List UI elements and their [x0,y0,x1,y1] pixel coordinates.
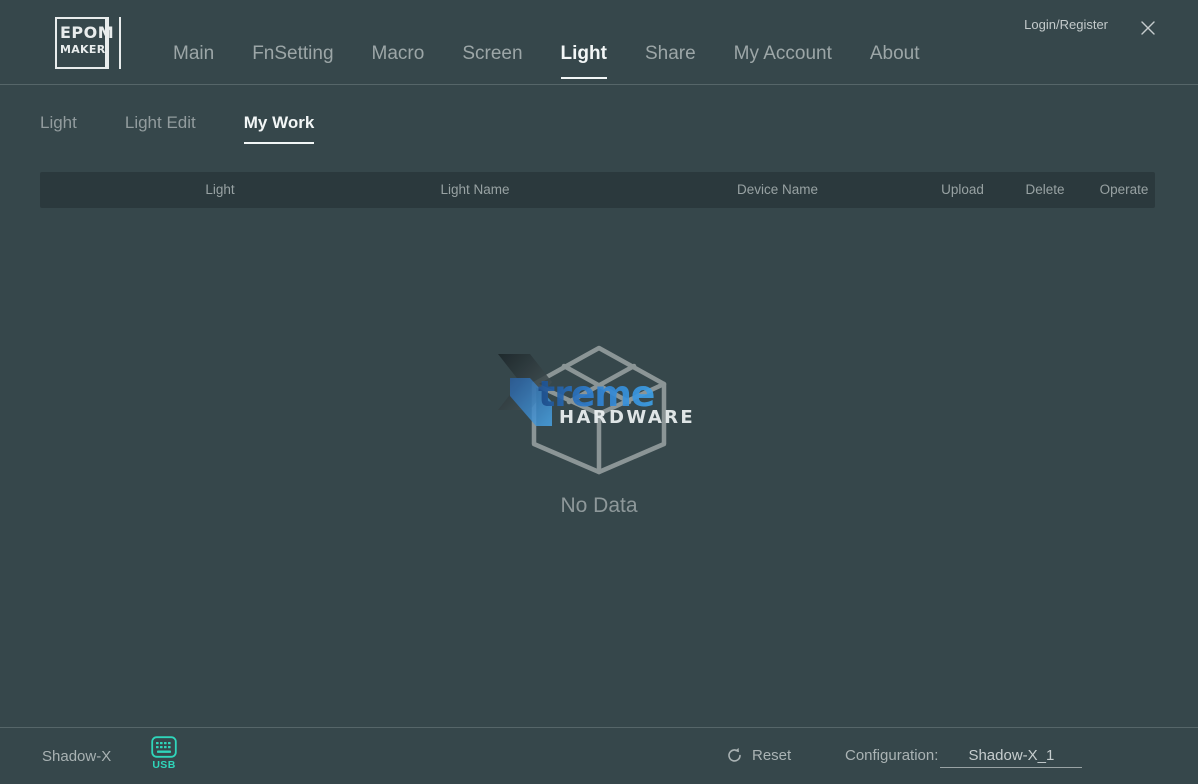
empty-state: No Data [0,340,1198,518]
nav-label-share: Share [645,43,696,64]
column-header-operate: Operate [1080,172,1168,208]
nav-label-fnsetting: FnSetting [252,43,333,64]
configuration-input[interactable]: Shadow-X_1 [940,747,1082,768]
tab-light-edit[interactable]: Light Edit [125,112,196,144]
login-register-link[interactable]: Login/Register [1024,17,1108,32]
column-header-device-name: Device Name [705,172,850,208]
nav-label-light: Light [561,43,607,64]
configuration-field: Configuration: Shadow-X_1 [845,747,1082,768]
column-header-light: Light [160,172,280,208]
nav-item-about[interactable]: About [870,42,920,66]
app-header: EPOM MAKER Main FnSetting Macro Screen L… [0,0,1198,85]
nav-item-fnsetting[interactable]: FnSetting [252,42,353,66]
empty-state-message: No Data [0,494,1198,518]
main-navigation: Main FnSetting Macro Screen Light Share … [173,42,920,66]
tab-light[interactable]: Light [40,112,77,144]
nav-active-underline [561,77,607,79]
my-work-table-header: Light Light Name Device Name Upload Dele… [40,172,1155,208]
nav-label-screen: Screen [462,43,522,64]
nav-item-share[interactable]: Share [645,42,716,66]
connected-device-name: Shadow-X [42,748,111,765]
logo-stem-right [119,17,121,69]
device-connection-indicator[interactable]: USB [147,736,181,771]
app-window: EPOM MAKER Main FnSetting Macro Screen L… [0,0,1198,784]
reset-label: Reset [752,747,791,764]
tab-label-my-work: My Work [244,113,315,132]
connection-type-label: USB [147,759,181,771]
nav-item-macro[interactable]: Macro [372,42,445,66]
nav-label-macro: Macro [372,43,425,64]
keyboard-icon [147,736,181,758]
configuration-label: Configuration: [845,747,938,764]
reset-button[interactable]: Reset [726,747,791,764]
nav-item-my-account[interactable]: My Account [734,42,852,66]
tab-active-underline [244,142,315,144]
nav-label-my-account: My Account [734,43,832,64]
app-footer: Shadow-X [0,727,1198,784]
epomaker-logo: EPOM MAKER [55,17,121,69]
nav-label-about: About [870,43,920,64]
refresh-icon [726,747,743,764]
nav-item-main[interactable]: Main [173,42,234,66]
logo-text-maker: MAKER [60,44,105,56]
column-header-delete: Delete [1005,172,1085,208]
logo-text-epom: EPOM [60,24,114,41]
column-header-upload: Upload [920,172,1005,208]
nav-item-screen[interactable]: Screen [462,42,542,66]
empty-box-icon [524,340,674,480]
nav-label-main: Main [173,43,214,64]
nav-item-light[interactable]: Light [561,42,627,66]
tab-my-work[interactable]: My Work [244,112,315,144]
tab-label-light: Light [40,113,77,132]
column-header-light-name: Light Name [410,172,540,208]
close-window-button[interactable] [1134,14,1162,42]
light-sub-tabs: Light Light Edit My Work [40,112,314,144]
tab-label-light-edit: Light Edit [125,113,196,132]
